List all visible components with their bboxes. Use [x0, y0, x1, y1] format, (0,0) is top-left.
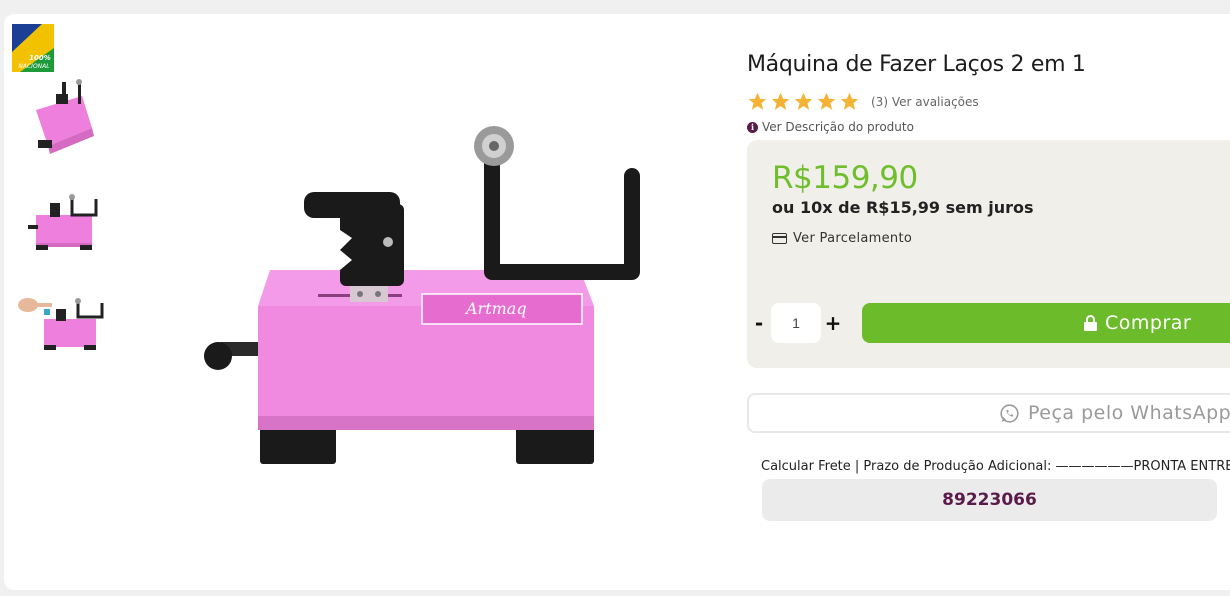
- quantity-increase-button[interactable]: +: [821, 311, 845, 335]
- badge-text-national: NACIONAL: [18, 63, 49, 70]
- lock-icon: [1084, 315, 1097, 331]
- product-price: R$159,90: [772, 160, 918, 196]
- whatsapp-label: Peça pelo WhatsApp: [1028, 402, 1230, 424]
- thumbnail-3[interactable]: [14, 287, 104, 367]
- quantity-decrease-button[interactable]: -: [747, 311, 771, 335]
- view-installments-link[interactable]: Ver Parcelamento: [772, 231, 912, 246]
- installment-text: ou 10x de R$15,99 sem juros: [772, 198, 1034, 217]
- star-icon: [840, 92, 859, 110]
- thumbnail-1[interactable]: [22, 78, 112, 158]
- badge-text-percent: 100%: [29, 54, 51, 62]
- whatsapp-icon: [1000, 403, 1019, 423]
- view-installments-label: Ver Parcelamento: [793, 231, 913, 246]
- brand-plate-text: Artmaq: [464, 299, 527, 318]
- price-box: R$159,90 ou 10x de R$15,99 sem juros Ver…: [747, 140, 1230, 368]
- quantity-stepper: - +: [747, 303, 845, 343]
- product-main-image[interactable]: Artmaq: [200, 120, 660, 480]
- star-icon: [817, 92, 836, 110]
- rating-count: (3): [871, 95, 888, 109]
- whatsapp-order-button[interactable]: Peça pelo WhatsApp: [747, 393, 1230, 433]
- view-reviews-link[interactable]: Ver avaliações: [892, 95, 979, 109]
- brazil-national-badge: 100% NACIONAL: [12, 24, 54, 72]
- buy-button-label: Comprar: [1105, 312, 1192, 334]
- rating-stars[interactable]: [747, 91, 860, 112]
- cep-input[interactable]: [762, 479, 1217, 521]
- view-description-link[interactable]: i Ver Descrição do produto: [747, 120, 914, 134]
- star-icon: [748, 92, 767, 110]
- info-icon: i: [747, 121, 758, 133]
- buy-button[interactable]: Comprar: [862, 303, 1230, 343]
- shipping-info: Calcular Frete | Prazo de Produção Adici…: [761, 459, 1230, 474]
- quantity-input[interactable]: [771, 303, 821, 343]
- star-icon: [771, 92, 790, 110]
- star-icon: [794, 92, 813, 110]
- credit-card-icon: [772, 233, 787, 244]
- view-description-label: Ver Descrição do produto: [762, 120, 914, 134]
- rating-summary: (3) Ver avaliações: [871, 95, 979, 109]
- thumbnail-2[interactable]: [22, 185, 112, 265]
- product-title: Máquina de Fazer Laços 2 em 1: [747, 52, 1086, 77]
